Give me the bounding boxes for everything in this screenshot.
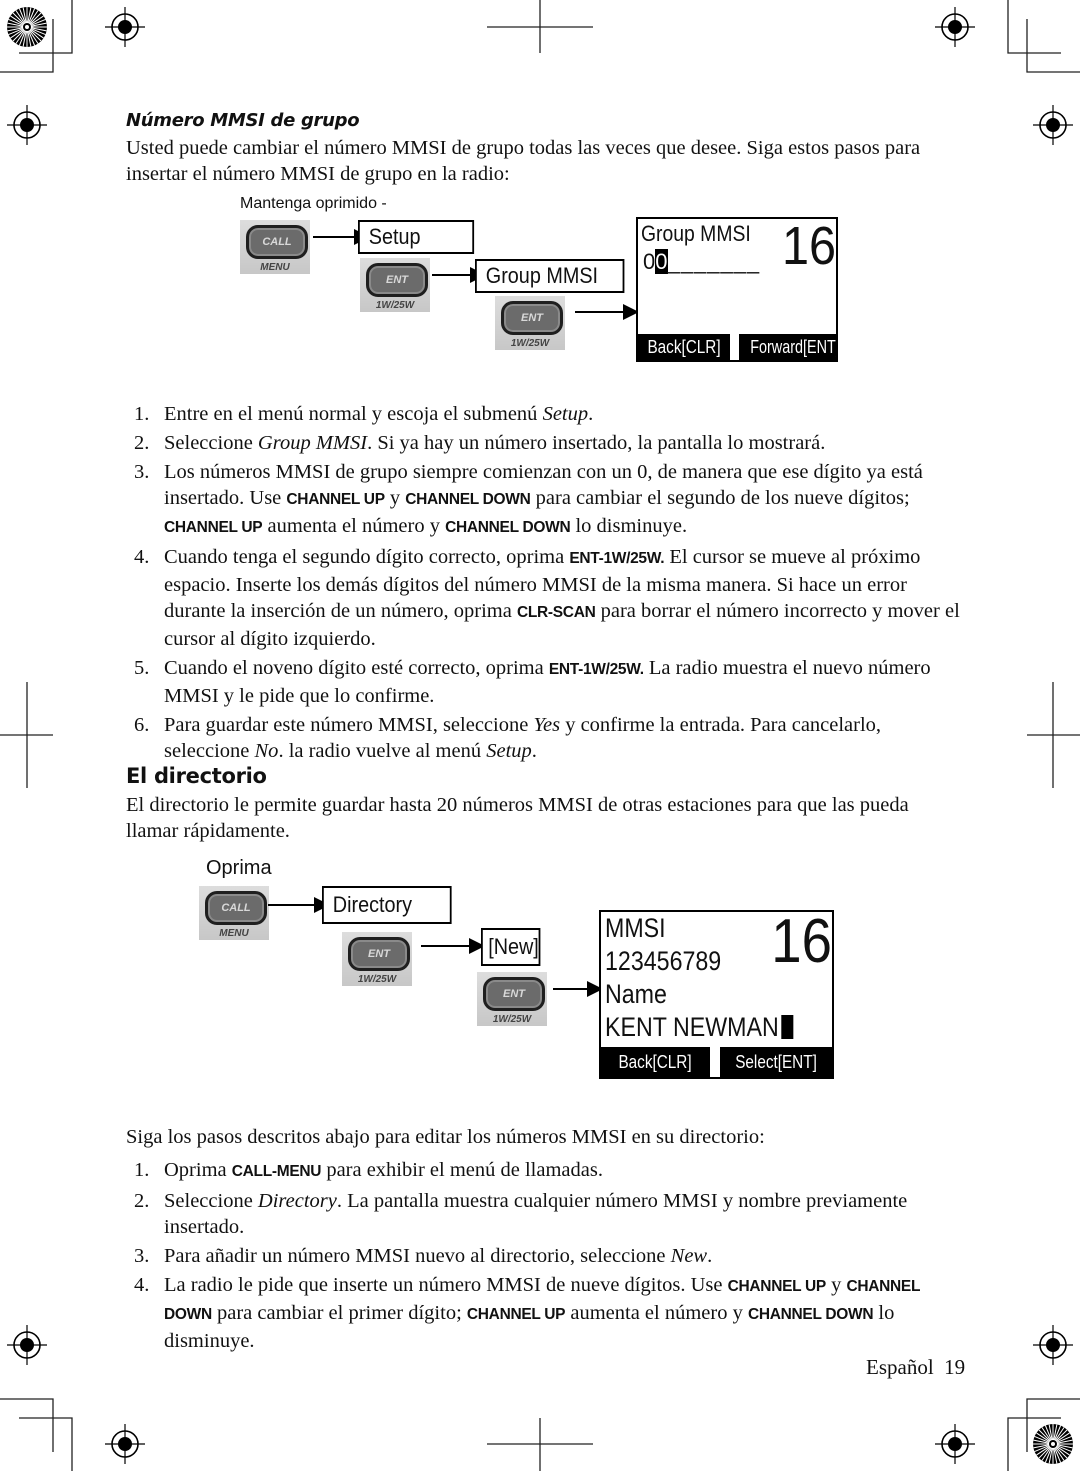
directory-edit-instructions: Siga los pasos descritos abajo para edit… bbox=[126, 1124, 966, 1357]
step-text: lo disminuye. bbox=[570, 515, 688, 537]
list-item: 1. Entre en el menú normal y escoja el su… bbox=[126, 401, 966, 427]
button-name: CHANNEL DOWN bbox=[747, 1306, 874, 1323]
step-text: Cuando tenga el segundo dígito correcto,… bbox=[164, 546, 570, 568]
menu-item-setup: Setup bbox=[358, 220, 475, 254]
list-item: 3. Los números MMSI de grupo siempre comi… bbox=[126, 459, 966, 541]
diagram-caption: Mantenga oprimido - bbox=[240, 195, 387, 212]
call-menu-key[interactable]: CALL MENU bbox=[240, 220, 310, 274]
step-text: Para añadir un número MMSI nuevo al dire… bbox=[164, 1245, 671, 1267]
lcd-entry-fixed: 0 bbox=[643, 249, 656, 274]
step-text: Cuando el noveno dígito esté correcto, o… bbox=[164, 657, 549, 679]
step-number: 1. bbox=[134, 403, 150, 425]
button-name: CHANNEL DOWN bbox=[445, 519, 571, 536]
step-text: Seleccione bbox=[164, 432, 258, 454]
list-item: 3. Para añadir un número MMSI nuevo al di… bbox=[126, 1243, 956, 1269]
step-text: para exhibir el menú de llamadas. bbox=[321, 1159, 603, 1181]
registration-star-icon bbox=[1032, 1423, 1074, 1465]
step-text: Para guardar este número MMSI, seleccion… bbox=[164, 714, 534, 736]
steps-group-mmsi: 1. Entre en el menú normal y escoja el su… bbox=[126, 401, 966, 767]
footer-language: Español bbox=[866, 1355, 934, 1379]
button-name: CHANNEL UP bbox=[727, 1278, 827, 1295]
step-text: y bbox=[825, 1274, 847, 1296]
button-name: ENT-1W/25W. bbox=[569, 550, 665, 567]
step-text: y bbox=[384, 487, 406, 509]
softkey-forward: Forward[ENT] bbox=[739, 334, 836, 360]
step-text: aumenta el número y bbox=[262, 515, 446, 537]
menu-item-group-mmsi: Group MMSI bbox=[475, 259, 625, 293]
step-text: Seleccione bbox=[164, 1190, 258, 1212]
ent-key-label: ENT bbox=[501, 301, 563, 335]
directory-intro: El directorio le permite guardar hasta 2… bbox=[126, 794, 909, 842]
registration-target-icon bbox=[1032, 1324, 1074, 1366]
list-item: 1. Oprima CALL-MENU para exhibir el menú … bbox=[126, 1157, 956, 1185]
step-text: New bbox=[670, 1245, 708, 1267]
registration-target-icon bbox=[6, 1324, 48, 1366]
lcd-entry-blanks: _______ bbox=[667, 249, 761, 274]
lcd-cursor: 0 bbox=[655, 249, 668, 274]
step-number: 5. bbox=[134, 657, 150, 679]
step-text: Setup bbox=[542, 403, 589, 425]
step-number: 4. bbox=[134, 546, 150, 568]
page-footer: Español 19 bbox=[866, 1354, 965, 1380]
step-text: aumenta el número y bbox=[565, 1302, 748, 1324]
step-text: . bbox=[588, 403, 594, 425]
list-item: 2. Seleccione Directory. La pantalla mues… bbox=[126, 1188, 956, 1240]
directory-lead: Siga los pasos descritos abajo para edit… bbox=[126, 1126, 765, 1148]
step-number: 3. bbox=[134, 461, 150, 483]
diagram-group-mmsi: Mantenga oprimido - CALL MENU Setup ENT … bbox=[0, 0, 1080, 400]
step-number: 6. bbox=[134, 714, 150, 736]
step-text: para cambiar el primer dígito; bbox=[211, 1302, 467, 1324]
button-name: CHANNEL UP bbox=[164, 519, 263, 536]
ent-key-label: ENT bbox=[366, 263, 428, 297]
step-text: La radio le pide que inserte un número M… bbox=[164, 1274, 728, 1296]
step-text: Entre en el menú normal y escoja el subm… bbox=[164, 403, 543, 425]
step-number: 2. bbox=[134, 432, 150, 454]
ent-key-sublabel: 1W/25W bbox=[375, 300, 415, 311]
step-text: . bbox=[531, 740, 537, 762]
button-name: CHANNEL DOWN bbox=[405, 491, 531, 508]
step-number: 3. bbox=[134, 1245, 150, 1267]
step-text: Yes bbox=[533, 714, 561, 736]
button-name: CLR-SCAN bbox=[516, 604, 596, 621]
ent-key[interactable]: ENT 1W/25W bbox=[360, 258, 430, 312]
lcd-channel: 16 bbox=[781, 217, 836, 276]
list-item: 2. Seleccione Group MMSI. Si ya hay un nú… bbox=[126, 430, 966, 456]
heading-directory: El directorio bbox=[126, 764, 267, 788]
section-directory: El directorio El directorio le permite g… bbox=[126, 764, 966, 844]
menu-key-sublabel: MENU bbox=[260, 262, 290, 273]
list-item: 4. Cuando tenga el segundo dígito correct… bbox=[126, 544, 966, 652]
list-item: 6. Para guardar este número MMSI, selecci… bbox=[126, 712, 966, 764]
arrow-right-icon bbox=[575, 304, 639, 320]
step-text: . la radio vuelve al menú bbox=[278, 740, 487, 762]
button-name: CHANNEL UP bbox=[466, 1306, 566, 1323]
lcd-entry: 00_______ bbox=[643, 249, 760, 275]
list-item: 4. La radio le pide que inserte un número… bbox=[126, 1272, 956, 1354]
call-key-label: CALL bbox=[246, 225, 308, 259]
step-text: . bbox=[707, 1245, 713, 1267]
lcd-title: Group MMSI bbox=[641, 221, 751, 246]
ent-key-sublabel: 1W/25W bbox=[510, 338, 550, 349]
button-name: CALL-MENU bbox=[231, 1163, 322, 1180]
ent-key[interactable]: ENT 1W/25W bbox=[495, 296, 565, 350]
step-text: Directory bbox=[257, 1190, 337, 1212]
step-text: Oprima bbox=[164, 1159, 232, 1181]
button-name: ENT-1W/25W. bbox=[548, 661, 644, 678]
registration-target-icon bbox=[934, 1423, 976, 1465]
step-number: 4. bbox=[134, 1274, 150, 1296]
step-text: . Si ya hay un número insertado, la pant… bbox=[367, 432, 826, 454]
list-item: 5. Cuando el noveno dígito esté correcto,… bbox=[126, 655, 966, 709]
step-text: No bbox=[254, 740, 279, 762]
button-name: CHANNEL UP bbox=[286, 491, 385, 508]
step-number: 1. bbox=[134, 1159, 150, 1181]
softkey-back: Back[CLR] bbox=[638, 334, 730, 360]
step-text: Setup bbox=[486, 740, 532, 762]
registration-target-icon bbox=[104, 1423, 146, 1465]
lcd-screen-group-mmsi: Group MMSI 16 00_______ Back[CLR] Forwar… bbox=[636, 217, 838, 362]
step-number: 2. bbox=[134, 1190, 150, 1212]
step-text: para cambiar el segundo de los nueve díg… bbox=[530, 487, 910, 509]
page-number: 19 bbox=[944, 1355, 966, 1379]
step-text: Group MMSI bbox=[257, 432, 368, 454]
